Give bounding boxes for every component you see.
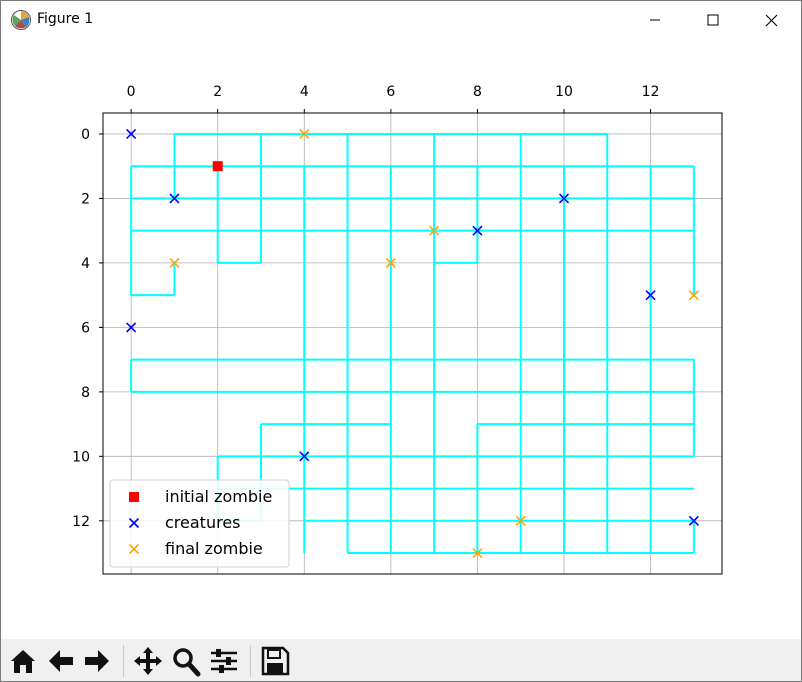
home-icon [11,650,35,673]
legend-marker-initial-zombie [129,492,139,502]
x-tick-label: 8 [473,84,482,100]
legend-label: final zombie [165,539,263,558]
y-tick-label: 4 [81,256,90,272]
title-bar[interactable]: Figure 1 [1,1,801,40]
x-tick-label: 12 [642,84,660,100]
close-button[interactable] [743,1,801,40]
y-tick-label: 0 [81,127,90,143]
legend-label: creatures [165,513,241,532]
minimize-icon [650,19,660,21]
scatter-chart: 0 2 4 6 8 10 12 0 2 4 6 8 10 12 initial zombie creature… [72,84,723,575]
save-icon [261,646,290,676]
y-tick-label: 8 [81,385,90,401]
toolbar-separator [250,645,251,677]
pan-icon [134,647,162,675]
x-tick-label: 6 [386,84,395,100]
x-tick-label: 2 [213,84,222,100]
figure-window: Figure 1 0 2 4 6 8 10 12 0 2 4 6 8 10 12 initial zombi… [0,0,802,682]
save-button[interactable] [259,644,291,678]
y-tick-label: 6 [81,320,90,336]
maximize-icon [707,14,719,26]
pan-button[interactable] [132,644,164,678]
toolbar-separator [123,645,124,677]
x-tick-label: 0 [127,84,136,100]
x-tick-label: 4 [300,84,309,100]
legend-label: initial zombie [165,487,272,506]
y-tick-label: 2 [81,191,90,207]
navigation-toolbar [1,639,801,681]
forward-button[interactable] [81,644,113,678]
y-tick-label: 10 [72,449,90,465]
zoom-icon [173,648,201,677]
y-tick-label: 12 [72,514,90,530]
close-icon [765,14,778,27]
home-button[interactable] [7,644,39,678]
back-button[interactable] [45,644,77,678]
x-tick-label: 10 [555,84,573,100]
forward-arrow-icon [85,650,109,672]
initial-zombie-marker [212,161,223,172]
minimize-button[interactable] [627,1,685,40]
matplotlib-icon [10,9,32,31]
zoom-button[interactable] [170,644,202,678]
configure-subplots-button[interactable] [208,644,240,678]
maximize-button[interactable] [685,1,743,40]
back-arrow-icon [49,650,73,672]
configure-subplots-icon [211,649,237,673]
window-title: Figure 1 [37,11,94,27]
figure-canvas[interactable]: 0 2 4 6 8 10 12 0 2 4 6 8 10 12 initial zombie creature… [1,41,801,639]
